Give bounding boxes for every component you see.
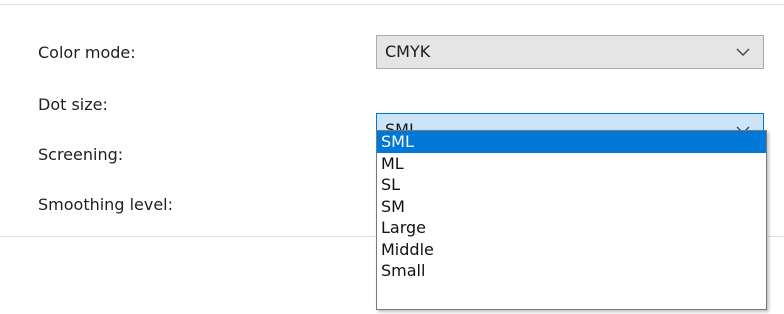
smoothing-level-label: Smoothing level: bbox=[38, 195, 173, 214]
dot-size-option-sm[interactable]: SM bbox=[377, 196, 766, 218]
screening-label: Screening: bbox=[38, 145, 124, 164]
chevron-down-icon bbox=[735, 44, 751, 60]
print-settings-panel: Color mode: CMYK Dot size: SML Screening… bbox=[0, 0, 784, 314]
top-divider bbox=[0, 4, 784, 5]
color-mode-select[interactable]: CMYK bbox=[376, 35, 764, 69]
dot-size-option-sml[interactable]: SML bbox=[377, 131, 766, 153]
dot-size-option-small[interactable]: Small bbox=[377, 260, 766, 282]
color-mode-value: CMYK bbox=[385, 42, 431, 61]
dot-size-option-ml[interactable]: ML bbox=[377, 153, 766, 175]
color-mode-label: Color mode: bbox=[38, 43, 136, 62]
dot-size-option-sl[interactable]: SL bbox=[377, 174, 766, 196]
dot-size-option-large[interactable]: Large bbox=[377, 217, 766, 239]
dot-size-option-middle[interactable]: Middle bbox=[377, 239, 766, 261]
dot-size-label: Dot size: bbox=[38, 95, 108, 114]
dot-size-dropdown-list[interactable]: SML ML SL SM Large Middle Small bbox=[376, 130, 767, 310]
